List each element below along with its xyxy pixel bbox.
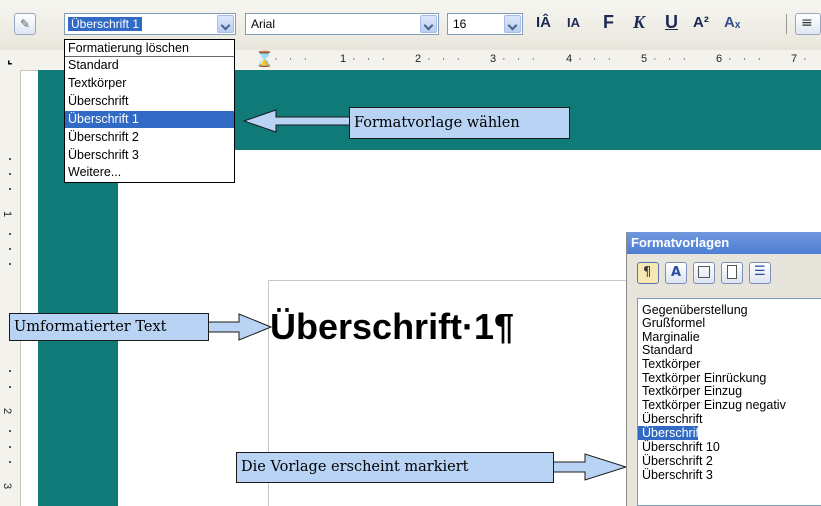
paragraph-styles-icon: ¶ (643, 265, 652, 280)
styles-list-item-selected[interactable]: Überschrift 1 (638, 426, 713, 440)
frame-styles-button[interactable] (693, 262, 715, 284)
paragraph-styles-button[interactable]: ¶ (637, 262, 659, 284)
styles-list-item[interactable]: Überschrift (638, 412, 821, 426)
styles-list-item[interactable]: Marginalie (638, 330, 821, 344)
callout-reformatted-text: Umformatierter Text (9, 313, 209, 341)
styles-list-item[interactable]: Textkörper Einzug (638, 384, 821, 398)
styles-list-item[interactable]: Textkörper Einzug negativ (638, 398, 821, 412)
frame-styles-icon (698, 266, 710, 278)
right-arrow-to-heading (206, 313, 273, 341)
styles-list-item[interactable]: Überschrift 2 (638, 454, 821, 468)
styles-list[interactable]: Gegenüberstellung Grußformel Marginalie … (637, 298, 821, 506)
page-styles-icon (727, 265, 737, 279)
list-styles-button[interactable]: ☰ (749, 262, 771, 284)
styles-panel-title[interactable]: Formatvorlagen (627, 232, 821, 254)
styles-list-item[interactable]: Grußformel (638, 316, 821, 330)
character-styles-button[interactable]: A (665, 262, 687, 284)
styles-panel[interactable]: Formatvorlagen ¶ A ☰ Gegenüberstellung G… (626, 232, 821, 506)
list-styles-icon: ☰ (754, 264, 766, 279)
styles-list-item[interactable]: Gegenüberstellung (638, 303, 821, 317)
styles-list-item[interactable]: Überschrift 10 (638, 440, 821, 454)
character-styles-icon: A (671, 265, 682, 280)
styles-list-item[interactable]: Textkörper (638, 357, 821, 371)
page-styles-button[interactable] (721, 262, 743, 284)
callout-choose-style: Formatvorlage wählen (349, 107, 570, 139)
styles-list-item[interactable]: Überschrift 3 (638, 468, 821, 482)
styles-list-item[interactable]: Textkörper Einrückung (638, 371, 821, 385)
right-arrow-to-panel (552, 453, 628, 481)
callout-style-highlighted: Die Vorlage erscheint markiert (236, 452, 554, 483)
styles-list-item[interactable]: Standard (638, 343, 821, 357)
left-arrow-to-style (242, 109, 353, 133)
